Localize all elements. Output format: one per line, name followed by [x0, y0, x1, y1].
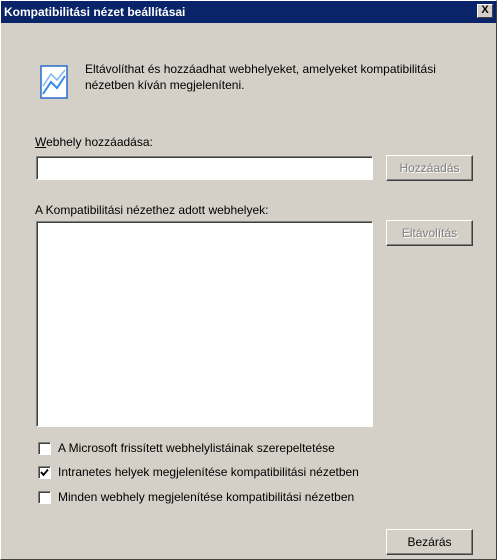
info-text: Eltávolíthat és hozzáadhat webhelyeket, … [85, 62, 436, 92]
checkbox-label[interactable]: Intranetes helyek megjelenítése kompatib… [58, 465, 359, 479]
add-site-label: Webhely hozzáadása: [35, 135, 153, 149]
remove-button[interactable]: Eltávolítás [386, 220, 473, 246]
checkmark-icon [40, 468, 49, 477]
dialog-window: Kompatibilitási nézet beállításai X Eltá… [0, 0, 497, 560]
checkbox-include-ms-lists[interactable] [38, 442, 51, 455]
close-dialog-button[interactable]: Bezárás [386, 529, 473, 555]
checkbox-label[interactable]: Minden webhely megjelenítése kompatibili… [58, 490, 354, 504]
site-list-label: A Kompatibilitási nézethez adott webhely… [35, 203, 269, 217]
site-list[interactable] [36, 221, 373, 427]
close-button[interactable]: X [477, 4, 493, 18]
window-title: Kompatibilitási nézet beállításai [4, 5, 186, 19]
checkbox-all-sites[interactable] [38, 491, 51, 504]
checkbox-label[interactable]: A Microsoft frissített webhelylistáinak … [58, 441, 335, 455]
title-bar[interactable]: Kompatibilitási nézet beállításai X [1, 1, 496, 23]
compat-view-icon [37, 64, 73, 100]
checkbox-intranet-sites[interactable] [38, 466, 51, 479]
add-button[interactable]: Hozzáadás [386, 155, 473, 181]
add-site-input[interactable] [36, 156, 373, 180]
